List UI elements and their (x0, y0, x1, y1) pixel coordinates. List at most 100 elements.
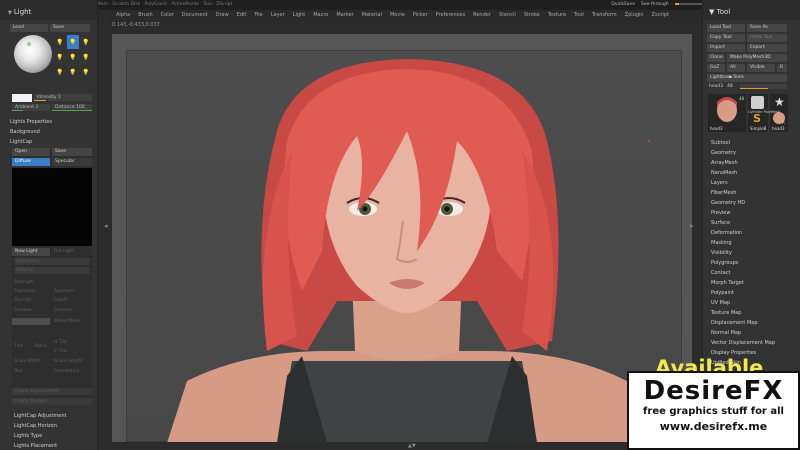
panel-collapse-icon[interactable]: ▼ (8, 10, 12, 16)
color-swatch[interactable] (12, 318, 50, 325)
menu-item[interactable]: Render (469, 10, 495, 21)
lights-type-item[interactable]: Lights Type (14, 431, 42, 441)
menu-item[interactable]: Light (289, 10, 309, 21)
menu-item[interactable]: Stroke (520, 10, 544, 21)
save-as-button[interactable]: Save As (747, 24, 787, 32)
menu-item[interactable]: Stencil (495, 10, 520, 21)
bulb-icon[interactable]: 💡 (80, 50, 92, 64)
menu-fibermesh[interactable]: FiberMesh (711, 188, 736, 198)
bulb-icon[interactable]: 💡 (54, 50, 66, 64)
menu-item[interactable]: Movie (386, 10, 409, 21)
menu-item[interactable]: Color (157, 10, 178, 21)
menu-deformation[interactable]: Deformation (711, 228, 742, 238)
bulb-icon[interactable]: 💡 (67, 65, 79, 79)
menu-preview[interactable]: Preview (711, 208, 730, 218)
menu-morph-target[interactable]: Morph Target (711, 278, 744, 288)
del-light-button[interactable]: Del Light (54, 248, 74, 255)
menu-item[interactable]: Edit (233, 10, 251, 21)
bulb-icon[interactable]: 💡 (54, 65, 66, 79)
goz-button[interactable]: GoZ (707, 64, 725, 72)
menu-polypaint[interactable]: Polypaint (711, 288, 734, 298)
load-tool-button[interactable]: Load Tool (707, 24, 745, 32)
menu-geometry[interactable]: Geometry (711, 148, 736, 158)
menu-item[interactable]: Brush (134, 10, 156, 21)
quicksave-button[interactable]: QuickSave (611, 0, 635, 10)
bulb-icon[interactable]: 💡 (80, 65, 92, 79)
distance-slider[interactable]: Distance 100 (52, 104, 92, 111)
menu-item[interactable]: Material (358, 10, 386, 21)
menu-normal-map[interactable]: Normal Map (711, 328, 741, 338)
tab-diffuse[interactable]: Diffuse (12, 158, 50, 166)
menu-item[interactable]: Alpha (112, 10, 134, 21)
bulb-icon[interactable]: 💡 (80, 35, 92, 49)
intensity-slider[interactable]: Intensity 1 (34, 94, 92, 101)
menu-item[interactable]: Picker (409, 10, 432, 21)
menu-visibility[interactable]: Visibility (711, 248, 732, 258)
tool-panel-header[interactable]: ▼ Tool (703, 0, 800, 20)
lightcap-adjustment-item[interactable]: LightCap Adjustment (14, 411, 67, 421)
menu-masking[interactable]: Masking (711, 238, 732, 248)
light-panel-header[interactable]: ▼ Light (0, 0, 97, 20)
menu-item[interactable]: Draw (212, 10, 233, 21)
menu-polygroups[interactable]: Polygroups (711, 258, 738, 268)
light-position-handle[interactable] (27, 42, 31, 46)
copy-tool-button[interactable]: Copy Tool (707, 34, 745, 42)
menu-uv-map[interactable]: UV Map (711, 298, 730, 308)
background-item[interactable]: Background (10, 128, 40, 137)
new-light-button[interactable]: New Light (12, 248, 50, 256)
light-sphere-preview[interactable] (14, 35, 52, 73)
lightbox-tools-button[interactable]: Lightbox▶Tools (707, 74, 787, 82)
ambient-slider[interactable]: Ambient 3 (12, 104, 50, 111)
lightcap-item[interactable]: LightCap (10, 138, 32, 147)
bulb-icon[interactable]: 💡 (67, 50, 79, 64)
menu-item[interactable]: Document (178, 10, 212, 21)
lights-properties-item[interactable]: Lights Properties (10, 118, 52, 127)
menu-item[interactable]: Marker (332, 10, 357, 21)
tab-specular[interactable]: Specular (52, 158, 92, 166)
r-button[interactable]: R (777, 64, 787, 72)
menu-layers[interactable]: Layers (711, 178, 728, 188)
bulb-icon[interactable]: 💡 (67, 35, 79, 49)
menu-item[interactable]: Texture (544, 10, 570, 21)
lightcap-open-button[interactable]: Open (12, 148, 50, 156)
make-polymesh-button[interactable]: Make PolyMesh3D (727, 54, 787, 62)
menu-item[interactable]: File (250, 10, 266, 21)
menu-item[interactable]: Zplugin (621, 10, 648, 21)
lights-placement-item[interactable]: Lights Placement (14, 441, 57, 450)
visible-button[interactable]: Visible (747, 64, 775, 72)
menu-item[interactable]: Layer (267, 10, 289, 21)
menu-item[interactable]: Macro (309, 10, 332, 21)
clone-button[interactable]: Clone (707, 54, 725, 62)
menu-item[interactable]: Transform (588, 10, 621, 21)
light-color-swatch[interactable] (12, 94, 32, 102)
menu-vector-displacement-map[interactable]: Vector Displacement Map (711, 338, 775, 348)
menu-displacement-map[interactable]: Displacement Map (711, 318, 758, 328)
menu-subtool[interactable]: Subtool (711, 138, 730, 148)
all-button[interactable]: All (727, 64, 745, 72)
export-button[interactable]: Export (747, 44, 787, 52)
import-button[interactable]: Import (707, 44, 745, 52)
bulb-icon[interactable]: 💡 (54, 35, 66, 49)
light-save-button[interactable]: Save (50, 24, 90, 32)
menu-nanomesh[interactable]: NanoMesh (711, 168, 737, 178)
menu-contact[interactable]: Contact (711, 268, 730, 278)
tool-slider[interactable] (740, 84, 787, 89)
bottom-shelf-toggle-icon[interactable]: ▲▼ (408, 443, 416, 449)
left-panel-toggle-icon[interactable]: ◂ (104, 222, 110, 236)
menu-arraymesh[interactable]: ArrayMesh (711, 158, 738, 168)
document-viewport[interactable] (112, 34, 692, 442)
light-load-button[interactable]: Load (10, 24, 48, 32)
menu-texture-map[interactable]: Texture Map (711, 308, 741, 318)
lightcap-preview[interactable] (12, 168, 92, 246)
menu-geometry-hd[interactable]: Geometry HD (711, 198, 745, 208)
menu-surface[interactable]: Surface (711, 218, 730, 228)
see-through-slider[interactable] (674, 3, 703, 5)
menu-item[interactable]: Tool (570, 10, 588, 21)
paste-tool-button[interactable]: Paste Tool (747, 34, 787, 42)
right-panel-toggle-icon[interactable]: ▸ (690, 222, 696, 236)
canvas[interactable] (126, 50, 682, 442)
panel-collapse-icon[interactable]: ▼ (709, 8, 717, 16)
lightcap-horizon-item[interactable]: LightCap Horizon (14, 421, 57, 431)
menu-item[interactable]: Preferences (432, 10, 469, 21)
menu-item[interactable]: Zscript (648, 10, 673, 21)
